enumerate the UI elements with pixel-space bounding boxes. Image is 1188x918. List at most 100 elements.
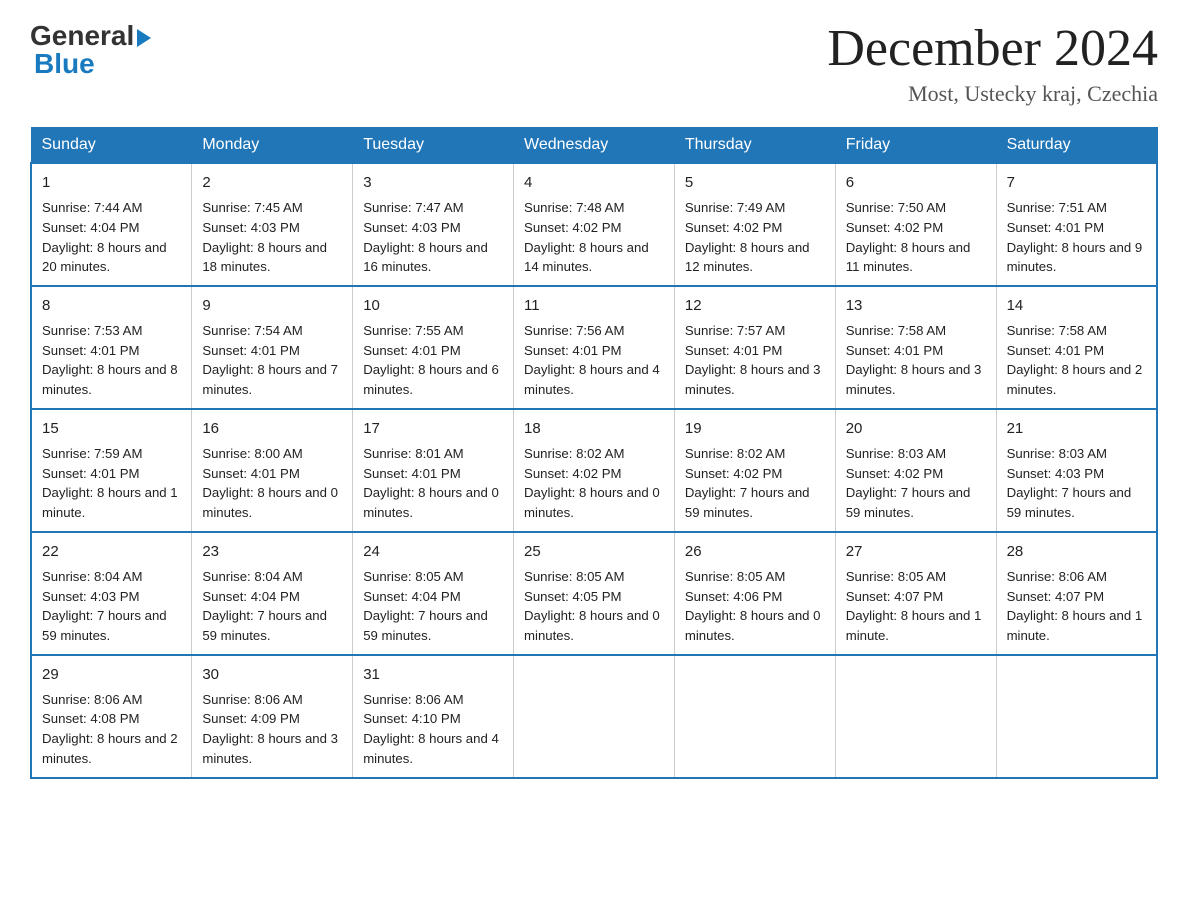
day-info: Sunrise: 7:54 AMSunset: 4:01 PMDaylight:… [202,323,338,397]
day-number: 29 [42,664,181,686]
page-header: General Blue December 2024 Most, Ustecky… [30,20,1158,107]
calendar-day-cell: 22 Sunrise: 8:04 AMSunset: 4:03 PMDayligh… [31,532,192,655]
logo-arrow-icon [137,29,151,47]
calendar-day-cell: 12 Sunrise: 7:57 AMSunset: 4:01 PMDayligh… [674,286,835,409]
calendar-day-cell: 24 Sunrise: 8:05 AMSunset: 4:04 PMDayligh… [353,532,514,655]
day-info: Sunrise: 7:48 AMSunset: 4:02 PMDaylight:… [524,200,649,274]
day-info: Sunrise: 7:53 AMSunset: 4:01 PMDaylight:… [42,323,178,397]
day-info: Sunrise: 8:04 AMSunset: 4:04 PMDaylight:… [202,569,327,643]
calendar-day-cell: 11 Sunrise: 7:56 AMSunset: 4:01 PMDayligh… [514,286,675,409]
day-info: Sunrise: 8:06 AMSunset: 4:10 PMDaylight:… [363,692,499,766]
day-number: 17 [363,418,503,440]
day-of-week-header: Thursday [674,128,835,164]
day-number: 12 [685,295,825,317]
logo: General Blue [30,20,151,80]
calendar-day-cell [996,655,1157,778]
day-info: Sunrise: 7:56 AMSunset: 4:01 PMDaylight:… [524,323,660,397]
day-info: Sunrise: 8:05 AMSunset: 4:04 PMDaylight:… [363,569,488,643]
day-info: Sunrise: 8:02 AMSunset: 4:02 PMDaylight:… [524,446,660,520]
day-info: Sunrise: 7:47 AMSunset: 4:03 PMDaylight:… [363,200,488,274]
calendar-week-row: 29 Sunrise: 8:06 AMSunset: 4:08 PMDayligh… [31,655,1157,778]
calendar-day-cell: 7 Sunrise: 7:51 AMSunset: 4:01 PMDaylight… [996,163,1157,286]
day-number: 2 [202,172,342,194]
calendar-day-cell: 5 Sunrise: 7:49 AMSunset: 4:02 PMDaylight… [674,163,835,286]
day-number: 30 [202,664,342,686]
logo-blue-text: Blue [30,48,95,80]
calendar-day-cell: 14Sunrise: 7:58 AMSunset: 4:01 PMDayligh… [996,286,1157,409]
day-number: 24 [363,541,503,563]
day-info: Sunrise: 8:02 AMSunset: 4:02 PMDaylight:… [685,446,810,520]
calendar-day-cell: 19Sunrise: 8:02 AMSunset: 4:02 PMDayligh… [674,409,835,532]
day-info: Sunrise: 7:49 AMSunset: 4:02 PMDaylight:… [685,200,810,274]
calendar-day-cell [674,655,835,778]
day-number: 13 [846,295,986,317]
day-number: 21 [1007,418,1146,440]
day-number: 16 [202,418,342,440]
day-info: Sunrise: 8:03 AMSunset: 4:02 PMDaylight:… [846,446,971,520]
day-info: Sunrise: 7:45 AMSunset: 4:03 PMDaylight:… [202,200,327,274]
day-info: Sunrise: 7:44 AMSunset: 4:04 PMDaylight:… [42,200,167,274]
day-number: 9 [202,295,342,317]
location-subtitle: Most, Ustecky kraj, Czechia [827,81,1158,107]
calendar-header-row: SundayMondayTuesdayWednesdayThursdayFrid… [31,128,1157,164]
calendar-day-cell: 28 Sunrise: 8:06 AMSunset: 4:07 PMDayligh… [996,532,1157,655]
day-number: 26 [685,541,825,563]
calendar-day-cell: 2 Sunrise: 7:45 AMSunset: 4:03 PMDaylight… [192,163,353,286]
day-number: 5 [685,172,825,194]
calendar-day-cell: 25 Sunrise: 8:05 AMSunset: 4:05 PMDayligh… [514,532,675,655]
calendar-day-cell: 10 Sunrise: 7:55 AMSunset: 4:01 PMDayligh… [353,286,514,409]
day-info: Sunrise: 8:06 AMSunset: 4:07 PMDaylight:… [1007,569,1143,643]
calendar-day-cell: 31 Sunrise: 8:06 AMSunset: 4:10 PMDayligh… [353,655,514,778]
day-info: Sunrise: 7:59 AMSunset: 4:01 PMDaylight:… [42,446,178,520]
day-of-week-header: Friday [835,128,996,164]
calendar-day-cell: 17 Sunrise: 8:01 AMSunset: 4:01 PMDayligh… [353,409,514,532]
calendar-day-cell: 23Sunrise: 8:04 AMSunset: 4:04 PMDayligh… [192,532,353,655]
day-number: 7 [1007,172,1146,194]
day-number: 10 [363,295,503,317]
day-info: Sunrise: 8:04 AMSunset: 4:03 PMDaylight:… [42,569,167,643]
calendar-table: SundayMondayTuesdayWednesdayThursdayFrid… [30,127,1158,779]
day-number: 27 [846,541,986,563]
day-info: Sunrise: 8:00 AMSunset: 4:01 PMDaylight:… [202,446,338,520]
calendar-day-cell: 21Sunrise: 8:03 AMSunset: 4:03 PMDayligh… [996,409,1157,532]
day-number: 31 [363,664,503,686]
day-of-week-header: Sunday [31,128,192,164]
day-info: Sunrise: 7:55 AMSunset: 4:01 PMDaylight:… [363,323,499,397]
day-of-week-header: Tuesday [353,128,514,164]
title-block: December 2024 Most, Ustecky kraj, Czechi… [827,20,1158,107]
month-year-title: December 2024 [827,20,1158,77]
day-number: 20 [846,418,986,440]
day-number: 8 [42,295,181,317]
calendar-day-cell: 26 Sunrise: 8:05 AMSunset: 4:06 PMDayligh… [674,532,835,655]
calendar-day-cell: 9 Sunrise: 7:54 AMSunset: 4:01 PMDaylight… [192,286,353,409]
day-number: 25 [524,541,664,563]
day-of-week-header: Monday [192,128,353,164]
day-number: 4 [524,172,664,194]
day-number: 11 [524,295,664,317]
calendar-day-cell: 27Sunrise: 8:05 AMSunset: 4:07 PMDayligh… [835,532,996,655]
calendar-day-cell: 15 Sunrise: 7:59 AMSunset: 4:01 PMDayligh… [31,409,192,532]
day-info: Sunrise: 7:51 AMSunset: 4:01 PMDaylight:… [1007,200,1143,274]
day-info: Sunrise: 8:06 AMSunset: 4:09 PMDaylight:… [202,692,338,766]
calendar-day-cell: 13 Sunrise: 7:58 AMSunset: 4:01 PMDayligh… [835,286,996,409]
day-number: 22 [42,541,181,563]
calendar-day-cell: 16 Sunrise: 8:00 AMSunset: 4:01 PMDayligh… [192,409,353,532]
day-number: 18 [524,418,664,440]
day-info: Sunrise: 7:50 AMSunset: 4:02 PMDaylight:… [846,200,971,274]
day-info: Sunrise: 8:05 AMSunset: 4:05 PMDaylight:… [524,569,660,643]
day-number: 15 [42,418,181,440]
calendar-week-row: 15 Sunrise: 7:59 AMSunset: 4:01 PMDayligh… [31,409,1157,532]
calendar-week-row: 22 Sunrise: 8:04 AMSunset: 4:03 PMDayligh… [31,532,1157,655]
day-info: Sunrise: 8:06 AMSunset: 4:08 PMDaylight:… [42,692,178,766]
day-info: Sunrise: 7:58 AMSunset: 4:01 PMDaylight:… [846,323,982,397]
day-info: Sunrise: 8:05 AMSunset: 4:06 PMDaylight:… [685,569,821,643]
calendar-day-cell: 4 Sunrise: 7:48 AMSunset: 4:02 PMDaylight… [514,163,675,286]
day-number: 28 [1007,541,1146,563]
day-info: Sunrise: 7:57 AMSunset: 4:01 PMDaylight:… [685,323,821,397]
day-number: 3 [363,172,503,194]
day-info: Sunrise: 8:01 AMSunset: 4:01 PMDaylight:… [363,446,499,520]
calendar-day-cell: 6Sunrise: 7:50 AMSunset: 4:02 PMDaylight… [835,163,996,286]
calendar-day-cell [514,655,675,778]
day-number: 14 [1007,295,1146,317]
calendar-day-cell: 29 Sunrise: 8:06 AMSunset: 4:08 PMDayligh… [31,655,192,778]
